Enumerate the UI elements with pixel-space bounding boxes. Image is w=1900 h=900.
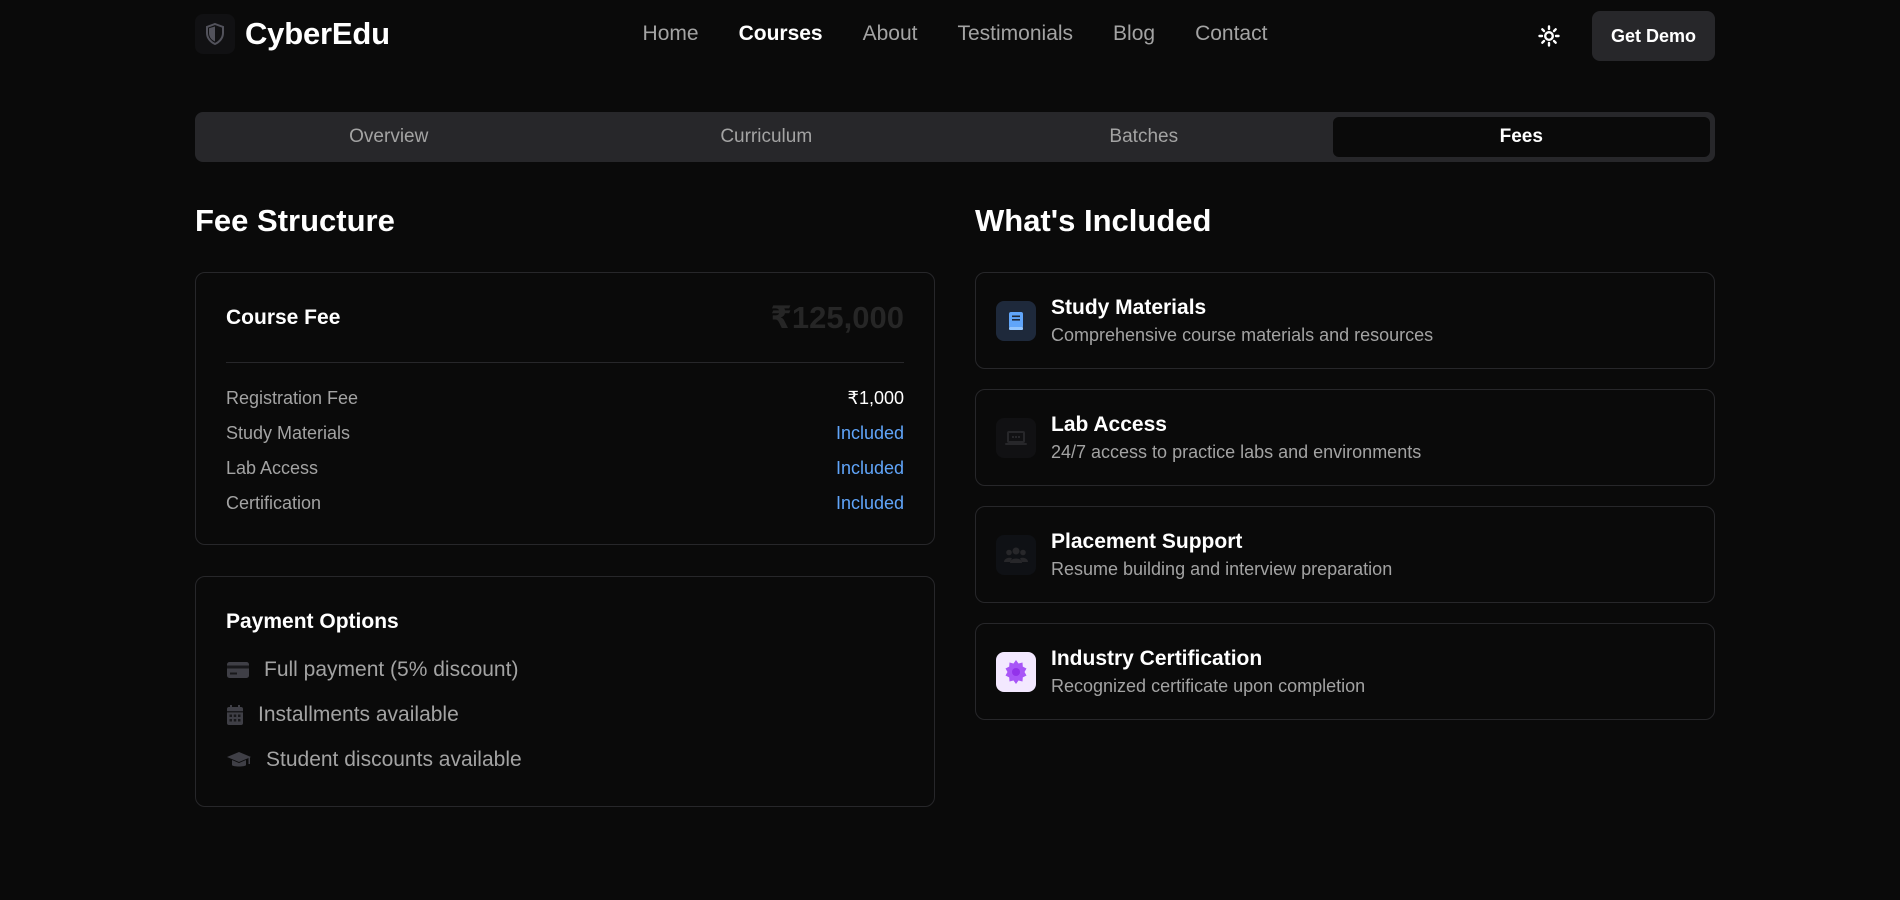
- sun-icon: [1538, 25, 1560, 47]
- fee-card: Course Fee ₹125,000 Registration Fee ₹1,…: [195, 272, 935, 545]
- nav-about[interactable]: About: [863, 22, 918, 46]
- nav-testimonials[interactable]: Testimonials: [958, 22, 1074, 46]
- nav-blog[interactable]: Blog: [1113, 22, 1155, 46]
- nav-courses[interactable]: Courses: [739, 22, 823, 46]
- main-nav: Home Courses About Testimonials Blog Con…: [195, 22, 1715, 46]
- included-item-desc: Recognized certificate upon completion: [1051, 675, 1366, 696]
- payment-option: Full payment (5% discount): [226, 658, 518, 682]
- included-item-industry-certification: Industry Certification Recognized certif…: [975, 623, 1715, 720]
- theme-toggle-button[interactable]: [1535, 22, 1563, 50]
- payment-option: Student discounts available: [226, 748, 522, 772]
- included-item-desc: Comprehensive course materials and resou…: [1051, 324, 1434, 345]
- fee-breakdown: Registration Fee ₹1,000 Study Materials …: [226, 363, 904, 521]
- payment-options-title: Payment Options: [226, 610, 399, 633]
- credit-card-icon: [226, 660, 250, 680]
- fee-row-value: Included: [835, 493, 904, 513]
- course-fee-row: Course Fee ₹125,000: [226, 273, 904, 363]
- fee-row: Registration Fee ₹1,000: [226, 381, 904, 416]
- nav-contact[interactable]: Contact: [1195, 22, 1267, 46]
- fee-row-label: Certification: [226, 493, 322, 513]
- course-fee-label: Course Fee: [226, 305, 341, 329]
- payment-option-label: Full payment (5% discount): [264, 658, 519, 681]
- included-item-title: Lab Access: [1051, 412, 1167, 436]
- tab-curriculum[interactable]: Curriculum: [578, 117, 956, 157]
- fee-row-label: Registration Fee: [226, 388, 359, 408]
- fee-row-value: Included: [835, 423, 904, 443]
- graduation-cap-icon: [226, 750, 252, 770]
- fee-row-label: Study Materials: [226, 423, 351, 443]
- page-container: CyberEdu Home Courses About Testimonials…: [195, 0, 1715, 807]
- header: CyberEdu Home Courses About Testimonials…: [195, 0, 1715, 72]
- nav-home[interactable]: Home: [643, 22, 699, 46]
- fee-row-label: Lab Access: [226, 458, 319, 478]
- book-icon: [996, 300, 1036, 341]
- whats-included-heading: What's Included: [975, 203, 1212, 238]
- tab-batches[interactable]: Batches: [955, 117, 1333, 157]
- included-item-placement-support: Placement Support Resume building and in…: [975, 506, 1715, 603]
- course-fee-amount: ₹125,000: [770, 299, 904, 335]
- get-demo-button[interactable]: Get Demo: [1592, 11, 1715, 61]
- included-item-title: Study Materials: [1051, 295, 1207, 319]
- certificate-icon: [996, 651, 1036, 692]
- fee-row-value: ₹1,000: [847, 388, 905, 408]
- course-tabs: Overview Curriculum Batches Fees: [195, 112, 1715, 162]
- fee-row: Certification Included: [226, 486, 904, 521]
- payment-options-card: Payment Options Full payment (5% discoun…: [195, 576, 935, 807]
- payment-option: Installments available: [226, 703, 459, 727]
- tab-overview[interactable]: Overview: [200, 117, 578, 157]
- payment-option-label: Student discounts available: [266, 748, 522, 771]
- included-item-lab-access: Lab Access 24/7 access to practice labs …: [975, 389, 1715, 486]
- calendar-icon: [226, 704, 244, 726]
- fee-structure-heading: Fee Structure: [195, 203, 395, 238]
- users-icon: [996, 534, 1036, 575]
- laptop-icon: [996, 417, 1036, 458]
- fee-row-value: Included: [835, 458, 904, 478]
- included-item-study-materials: Study Materials Comprehensive course mat…: [975, 272, 1715, 369]
- included-item-desc: Resume building and interview preparatio…: [1051, 558, 1393, 579]
- payment-option-label: Installments available: [258, 703, 459, 726]
- fee-row: Study Materials Included: [226, 416, 904, 451]
- included-item-title: Industry Certification: [1051, 646, 1263, 670]
- tab-fees[interactable]: Fees: [1332, 117, 1710, 157]
- included-item-desc: 24/7 access to practice labs and environ…: [1051, 441, 1422, 462]
- fee-row: Lab Access Included: [226, 451, 904, 486]
- included-item-title: Placement Support: [1051, 529, 1243, 553]
